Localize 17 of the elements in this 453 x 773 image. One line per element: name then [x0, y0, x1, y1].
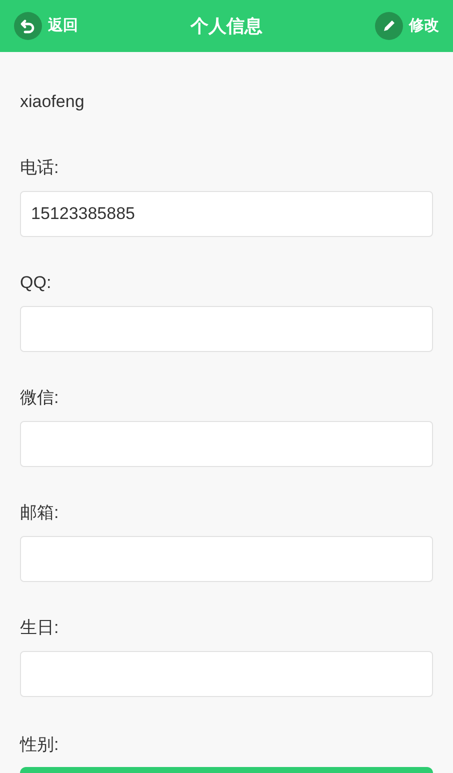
field-label: 邮箱:: [20, 503, 60, 523]
edit-button[interactable]: 修改: [375, 12, 439, 40]
field-label: 生日:: [20, 618, 60, 638]
input-field[interactable]: [20, 421, 433, 467]
field-label: 性别:: [20, 735, 60, 755]
input-field[interactable]: 15123385885: [20, 191, 433, 237]
field-label: 电话:: [20, 158, 60, 178]
pencil-icon: [375, 12, 403, 40]
field-label: QQ:: [20, 273, 52, 293]
undo-icon: [14, 12, 42, 40]
username: xiaofeng: [20, 92, 86, 112]
input-field[interactable]: [20, 651, 433, 697]
back-button[interactable]: 返回: [14, 12, 78, 40]
field-label: 微信:: [20, 388, 60, 408]
input-field[interactable]: [20, 306, 433, 352]
page-title: 个人信息: [190, 14, 262, 38]
input-field[interactable]: [20, 536, 433, 582]
